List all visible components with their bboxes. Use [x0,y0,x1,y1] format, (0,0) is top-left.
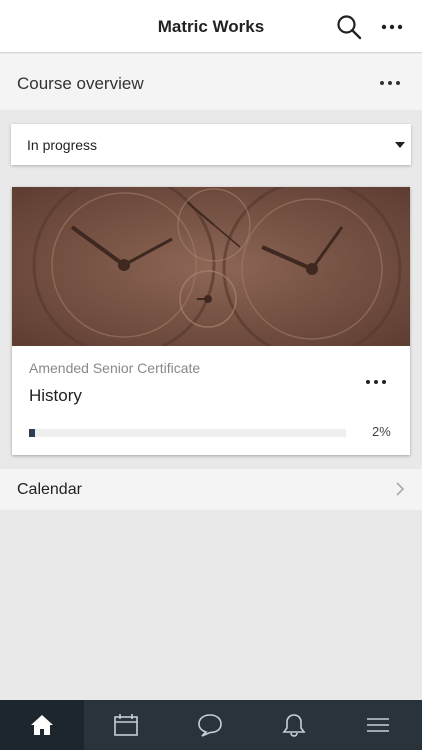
course-overview-header: Course overview [0,54,422,110]
nav-calendar[interactable] [84,700,168,750]
course-card[interactable]: Amended Senior Certificate History 2% [12,187,410,455]
search-icon[interactable] [336,14,362,40]
course-name[interactable]: History [29,386,82,406]
bell-icon [282,714,306,737]
course-progress-label: 2% [372,424,391,439]
top-bar: Matric Works [0,0,422,53]
course-progress-bar [29,429,346,437]
course-category: Amended Senior Certificate [29,360,201,376]
nav-notifications[interactable] [252,700,336,750]
course-filter-select[interactable]: In progress [11,124,411,165]
nav-menu[interactable] [336,700,420,750]
more-icon[interactable] [380,15,404,39]
nav-home[interactable] [0,700,84,750]
bottom-nav [0,700,422,750]
menu-icon [367,718,389,732]
calendar-label: Calendar [17,481,82,498]
course-image [12,187,410,346]
course-overview-more-icon[interactable] [378,71,402,95]
messages-icon [198,714,222,737]
course-overview-title: Course overview [17,74,144,93]
calendar-row[interactable]: Calendar [0,469,422,510]
course-filter-value: In progress [27,137,98,153]
calendar-icon [114,714,138,736]
nav-messages[interactable] [168,700,252,750]
home-icon [31,715,53,735]
course-progress-fill [29,429,36,437]
course-more-icon[interactable] [364,370,388,394]
chevron-right-icon [396,482,405,496]
dropdown-caret-icon [395,142,405,148]
clock-illustration [12,187,410,346]
